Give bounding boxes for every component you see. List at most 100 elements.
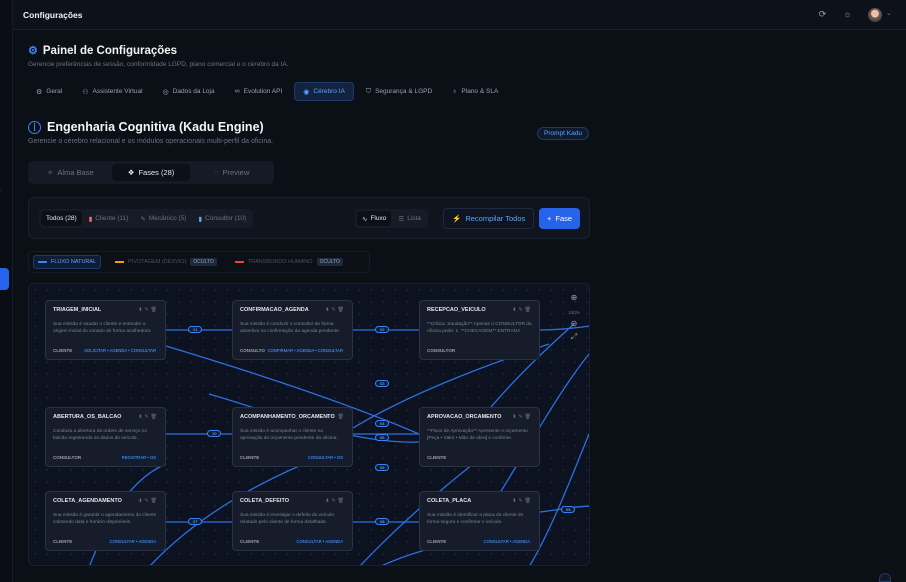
node-title: COLETA_AGENDAMENTO bbox=[53, 498, 122, 504]
segment-preview[interactable]: ◌ Preview bbox=[192, 164, 271, 181]
edge-label: 02 bbox=[375, 326, 390, 333]
flow-node[interactable]: RECEPCAO_VEICULO ⬍✎🗑 **Crítica: Saudação… bbox=[419, 300, 540, 360]
flow-node[interactable]: ABERTURA_OS_BALCAO ⬍✎🗑 Conduza a abertur… bbox=[45, 407, 166, 467]
edge-legend: FLUXO NATURAL PIVOTAGEM (DESVIO) OCULTO T… bbox=[28, 251, 370, 273]
flow-node[interactable]: APROVACAO_ORCAMENTO ⬍✎🗑 **Fluxo de Aprov… bbox=[419, 407, 540, 467]
tab-cerebro-ia[interactable]: ◉ Cérebro IA bbox=[294, 82, 354, 101]
zoom-level: 100% bbox=[568, 310, 580, 315]
tab-evolution-api[interactable]: ∞ Evolution API bbox=[227, 82, 291, 101]
prompt-kadu-button[interactable]: Prompt Kadu bbox=[537, 127, 589, 140]
node-actions-icon[interactable]: ⬍✎🗑 bbox=[325, 498, 346, 504]
node-description: Sua missão é saudar o cliente e entender… bbox=[53, 322, 152, 334]
page-subtitle: Gerencie preferências de sessão, conform… bbox=[28, 61, 289, 68]
page-title: Painel de Configurações bbox=[42, 44, 178, 57]
fit-view-icon[interactable]: ⤢ bbox=[566, 332, 582, 345]
zoom-controls: ⊕ 100% ⊖ ⤢ bbox=[566, 293, 582, 345]
gear-icon: ⚙ bbox=[28, 45, 38, 57]
plus-icon: + bbox=[547, 214, 552, 223]
node-actions-icon[interactable]: ⬍✎🗑 bbox=[138, 498, 159, 504]
rail-active-item[interactable] bbox=[0, 268, 9, 290]
flow-node[interactable]: COLETA_AGENDAMENTO ⬍✎🗑 Sua missão é gara… bbox=[45, 491, 166, 551]
page-header: ⚙ Painel de Configurações Gerencie prefer… bbox=[28, 44, 289, 69]
flow-node[interactable]: TRIAGEM_INICIAL ⬍✎🗑 Sua missão é saudar … bbox=[45, 300, 166, 360]
section-title: Engenharia Cognitiva (Kadu Engine) bbox=[47, 120, 264, 134]
node-description: Sua missão é garantir o agendamento do c… bbox=[53, 513, 157, 525]
filter-consultor[interactable]: ▮ Consultor (10) bbox=[193, 211, 251, 226]
avatar[interactable] bbox=[868, 8, 882, 22]
flow-node[interactable]: CONFIRMACAO_AGENDA ⬍✎🗑 Sua missão é cond… bbox=[232, 300, 353, 360]
edge-label: 01 bbox=[188, 326, 203, 333]
node-role: CLIENTE bbox=[240, 539, 260, 544]
zoom-in-icon[interactable]: ⊕ bbox=[566, 293, 582, 306]
user-icon: ⚇ bbox=[82, 88, 89, 96]
node-role: CLIENTE bbox=[53, 539, 73, 544]
flow-node[interactable]: COLETA_PLACA ⬍✎🗑 Sua missão é identifica… bbox=[419, 491, 540, 551]
brain-icon: ◉ bbox=[303, 88, 310, 96]
tab-assistente-virtual[interactable]: ⚇ Assistente Virtual bbox=[74, 82, 150, 101]
node-tag: CONSULTAR • AGENDA bbox=[106, 538, 159, 545]
link-icon: ∞ bbox=[234, 88, 240, 95]
node-actions-icon[interactable]: ⬍✎🗑 bbox=[138, 307, 159, 313]
bolt-icon: ⚡ bbox=[452, 214, 462, 223]
settings-tabs: ⚙ Geral ⚇ Assistente Virtual ◎ Dados da Loj… bbox=[28, 82, 506, 101]
legend-transbordo[interactable]: TRANSBORDO HUMANO OCULTO bbox=[231, 255, 347, 269]
segmented-control: ✧ Alma Base ❖ Fases (28) ◌ Preview bbox=[28, 161, 274, 184]
sun-icon[interactable]: ☼ bbox=[842, 9, 853, 20]
node-title: ACOMPANHAMENTO_ORCAMENTO bbox=[240, 414, 335, 420]
section-header: Engenharia Cognitiva (Kadu Engine) Geren… bbox=[28, 120, 273, 145]
node-description: Sua missão é identificar a placa do clie… bbox=[427, 513, 524, 525]
tab-geral[interactable]: ⚙ Geral bbox=[28, 82, 70, 101]
view-fluxo[interactable]: ∿ Fluxo bbox=[357, 211, 392, 226]
filter-mecanico[interactable]: ✎ Mecânico (5) bbox=[135, 211, 191, 226]
node-actions-icon[interactable]: ⬍✎🗑 bbox=[512, 498, 533, 504]
zoom-out-icon[interactable]: ⊖ bbox=[566, 319, 582, 332]
gear-icon: ⚙ bbox=[36, 88, 43, 96]
hidden-badge: OCULTO bbox=[190, 258, 217, 266]
tab-seguranca-lgpd[interactable]: ⛉ Segurança & LGPD bbox=[358, 82, 440, 101]
section-subtitle: Gerencie o cérebro relacional e os módul… bbox=[28, 138, 274, 145]
location-icon: ◎ bbox=[162, 88, 169, 96]
layers-icon: ❖ bbox=[127, 168, 135, 177]
node-actions-icon[interactable]: ⬍✎🗑 bbox=[325, 414, 346, 420]
eye-icon: ◌ bbox=[214, 168, 219, 177]
legend-pivotagem[interactable]: PIVOTAGEM (DESVIO) OCULTO bbox=[111, 255, 221, 269]
floating-widget[interactable] bbox=[879, 573, 891, 582]
node-tag: SOLICITAR • AGENDA • CONSULTAR bbox=[81, 347, 159, 354]
filter-cliente[interactable]: ▮ Cliente (11) bbox=[84, 211, 134, 226]
legend-fluxo-natural[interactable]: FLUXO NATURAL bbox=[33, 255, 102, 269]
badge-icon: ♁ bbox=[452, 88, 458, 95]
segment-alma-base[interactable]: ✧ Alma Base bbox=[31, 164, 110, 181]
flow-node[interactable]: COLETA_DEFEITO ⬍✎🗑 Sua missão é investig… bbox=[232, 491, 353, 551]
collapse-icon[interactable]: › bbox=[0, 188, 4, 194]
node-role: CLIENTE bbox=[427, 455, 447, 460]
list-icon: ☰ bbox=[398, 215, 405, 223]
node-description: Sua missão é acompanhar o cliente na apr… bbox=[240, 429, 338, 441]
node-actions-icon[interactable]: ⬍✎🗑 bbox=[512, 414, 533, 420]
role-filters: Todos (28) ▮ Cliente (11) ✎ Mecânico (5) ▮… bbox=[39, 209, 254, 228]
brain-icon bbox=[28, 120, 41, 134]
tab-dados-da-loja[interactable]: ◎ Dados da Loja bbox=[155, 82, 223, 101]
recompile-all-button[interactable]: ⚡ Recompilar Todos bbox=[443, 208, 535, 229]
node-actions-icon[interactable]: ⬍✎🗑 bbox=[138, 414, 159, 420]
refresh-icon[interactable]: ⟳ bbox=[817, 9, 828, 20]
node-title: TRIAGEM_INICIAL bbox=[53, 307, 102, 313]
chevron-down-icon[interactable]: ⌄ bbox=[886, 9, 892, 17]
view-lista[interactable]: ☰ Lista bbox=[393, 211, 426, 226]
segment-fases[interactable]: ❖ Fases (28) bbox=[111, 164, 191, 181]
flow-canvas[interactable]: 01 02 03 04 05 06 07 08 09 10 TRIAGEM_IN… bbox=[28, 283, 590, 566]
node-tag: REGISTRAR • OS bbox=[118, 454, 159, 461]
node-tag: CONFIRMAR • AGENDA • CONSULTAR bbox=[264, 347, 346, 354]
add-phase-button[interactable]: + Fase bbox=[539, 208, 581, 229]
edge-label: 04 bbox=[375, 420, 390, 427]
flow-icon: ∿ bbox=[362, 215, 368, 223]
node-actions-icon[interactable]: ⬍✎🗑 bbox=[512, 307, 533, 313]
node-actions-icon[interactable]: ⬍✎🗑 bbox=[325, 307, 346, 313]
top-bar: Configurações ⟳ ☼ ⌄ bbox=[13, 0, 906, 30]
left-rail: › bbox=[0, 0, 13, 582]
tab-plano-sla[interactable]: ♁ Plano & SLA bbox=[444, 82, 506, 101]
filter-todos[interactable]: Todos (28) bbox=[41, 211, 82, 226]
node-role: CONSULTOR bbox=[240, 348, 269, 353]
edge bbox=[539, 325, 589, 331]
hidden-badge: OCULTO bbox=[316, 258, 343, 266]
flow-node[interactable]: ACOMPANHAMENTO_ORCAMENTO ⬍✎🗑 Sua missão … bbox=[232, 407, 353, 467]
